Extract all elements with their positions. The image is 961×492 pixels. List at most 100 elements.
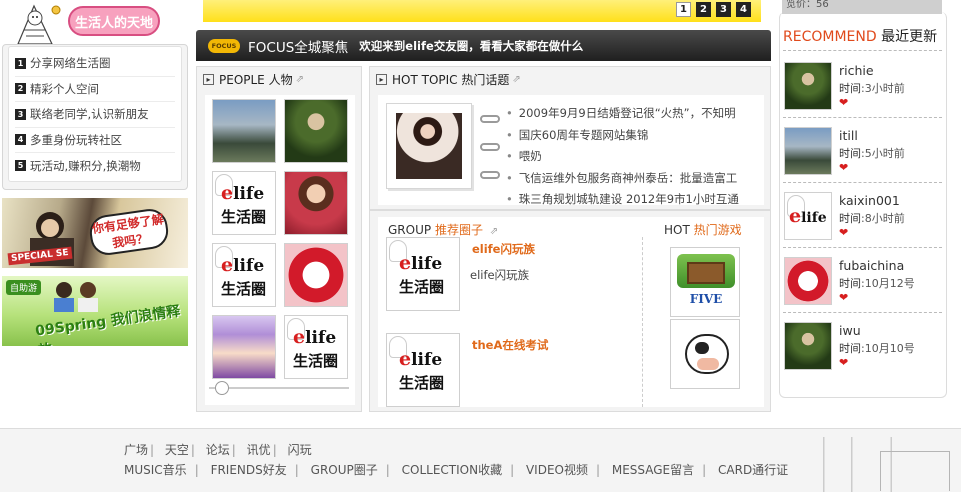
elife-logo: elife — [221, 254, 265, 276]
person-thumb[interactable] — [284, 243, 348, 307]
group-description: elife闪玩族 — [470, 268, 530, 282]
elife-logo: elife — [399, 252, 443, 274]
person-thumb[interactable] — [212, 99, 276, 163]
group-panel: GROUP 推荐圈子 ⇗ elife 生活圈 elife闪玩族 elife闪玩族… — [369, 210, 771, 412]
footer-link[interactable]: 讯优 — [247, 443, 271, 457]
topic-link[interactable]: 国庆60周年专题网站集锦 — [506, 125, 764, 147]
feature-number: 5 — [15, 160, 26, 172]
site-logo[interactable]: 生活人的天地 — [2, 0, 188, 45]
heart-icon: ❤ — [839, 291, 849, 304]
user-name-link[interactable]: iwu — [839, 323, 861, 338]
topic-link[interactable]: 珠三角规划城轨建设 2012年9市1小时互通 — [506, 189, 764, 211]
avatar[interactable]: elife — [784, 192, 832, 240]
divider — [783, 50, 942, 51]
divider — [783, 247, 942, 248]
topic-link[interactable]: 飞信运维外包服务商神州泰岳：批量造富工 — [506, 168, 764, 190]
focus-welcome-text: 欢迎来到elife交友圈，看看大家都在做什么 — [359, 38, 584, 53]
promo-people-icon — [54, 282, 98, 312]
footer-link[interactable]: COLLECTION收藏 — [402, 463, 502, 477]
group-name-link[interactable]: elife闪玩族 — [472, 241, 535, 257]
avatar[interactable] — [784, 62, 832, 110]
group-content: GROUP 推荐圈子 ⇗ elife 生活圈 elife闪玩族 elife闪玩族… — [378, 217, 764, 407]
user-name-link[interactable]: itill — [839, 128, 858, 143]
footer-link[interactable]: CARD通行证 — [718, 463, 788, 477]
person-thumb[interactable] — [212, 315, 276, 379]
binder-ring-icon — [480, 143, 500, 151]
topic-photo-image — [396, 113, 462, 179]
topic-link[interactable]: 2009年9月9日结婚登记很“火热”，不知明 — [506, 103, 764, 125]
people-grid: elife 生活圈 elife 生活圈 elife 生活圈 — [205, 95, 355, 405]
footer-link[interactable]: 闪玩 — [288, 443, 312, 457]
group-header[interactable]: GROUP 推荐圈子 ⇗ — [388, 221, 498, 238]
people-scroll-handle[interactable] — [215, 381, 229, 395]
user-name-link[interactable]: fubaichina — [839, 258, 904, 273]
user-name-link[interactable]: richie — [839, 63, 874, 78]
game-thumb-five-minutes[interactable]: FIVE — [670, 247, 740, 317]
hot-game-title-cn: 热门游戏 — [693, 223, 742, 237]
topic-link[interactable]: 喂奶 — [506, 146, 764, 168]
group-logo-elife[interactable]: elife 生活圈 — [386, 237, 460, 311]
pager-button-3[interactable]: 3 — [716, 2, 731, 17]
person-thumb-elife[interactable]: elife 生活圈 — [284, 315, 348, 379]
user-name-link[interactable]: kaixin001 — [839, 193, 900, 208]
promo-banner-spring[interactable]: 自助游 09Spring 我们浪情释放 — [2, 276, 188, 346]
feature-item-activity[interactable]: 5 玩活动,赚积分,换潮物 — [15, 153, 175, 179]
hot-game-header[interactable]: HOT 热门游戏 — [664, 221, 742, 238]
footer-link[interactable]: VIDEO视频 — [526, 463, 588, 477]
cow-spot — [695, 342, 709, 354]
user-card[interactable]: fubaichina 时间:10月12号 ❤ — [783, 257, 943, 317]
top-banner[interactable]: 1 2 3 4 — [203, 0, 761, 22]
footer-link[interactable]: GROUP圈子 — [311, 463, 378, 477]
avatar[interactable] — [784, 127, 832, 175]
heart-icon: ❤ — [839, 356, 849, 369]
footer-link[interactable]: MESSAGE留言 — [612, 463, 694, 477]
person-thumb[interactable] — [284, 99, 348, 163]
hot-topic-header[interactable]: ▸ HOT TOPIC 热门话题 ⇗ — [370, 67, 770, 91]
game-five-label: FIVE — [689, 292, 723, 306]
people-scroll-track[interactable] — [209, 387, 349, 389]
promo-banner-football[interactable]: 你有足够了解我吗？ SPECIAL SE — [2, 198, 188, 268]
people-panel: ▸ PEOPLE 人物 ⇗ elife 生活圈 elife 生活圈 elife … — [196, 66, 362, 412]
group-name-link[interactable]: theA在线考试 — [472, 337, 548, 353]
binder-ring-icon — [480, 115, 500, 123]
feature-item-identity[interactable]: 4 多重身份玩转社区 — [15, 128, 175, 153]
recommend-title-en: RECOMMEND — [783, 29, 877, 45]
column-divider — [642, 237, 643, 407]
user-time: 时间:5小时前 — [839, 147, 905, 160]
pager-button-4[interactable]: 4 — [736, 2, 751, 17]
feature-item-friends[interactable]: 3 联络老同学,认识新朋友 — [15, 102, 175, 128]
feature-list: 1 分享网络生活圈 2 精彩个人空间 3 联络老同学,认识新朋友 4 多重身份玩… — [8, 46, 182, 182]
user-card[interactable]: itill 时间:5小时前 ❤ — [783, 127, 943, 187]
person-thumb-elife[interactable]: elife 生活圈 — [212, 171, 276, 235]
topic-photo[interactable] — [386, 103, 472, 189]
person-thumb-elife[interactable]: elife 生活圈 — [212, 243, 276, 307]
group-logo-thea[interactable]: elife 生活圈 — [386, 333, 460, 407]
avatar[interactable] — [784, 322, 832, 370]
elife-logo-sub: 生活圈 — [293, 352, 339, 370]
footer-link[interactable]: 广场 — [124, 443, 148, 457]
heart-icon: ❤ — [839, 161, 849, 174]
feature-item-space[interactable]: 2 精彩个人空间 — [15, 77, 175, 102]
pager-button-2[interactable]: 2 — [696, 2, 711, 17]
hot-topic-content: 2009年9月9日结婚登记很“火热”，不知明 国庆60周年专题网站集锦 喂奶 飞… — [378, 95, 764, 206]
user-card[interactable]: richie 时间:3小时前 ❤ — [783, 62, 943, 122]
footer-link[interactable]: MUSIC音乐 — [124, 463, 187, 477]
avatar[interactable] — [784, 257, 832, 305]
people-header[interactable]: ▸ PEOPLE 人物 ⇗ — [197, 67, 361, 91]
feature-number: 2 — [15, 83, 26, 95]
feature-label: 联络老同学,认识新朋友 — [30, 107, 149, 122]
people-title: PEOPLE 人物 — [219, 72, 293, 87]
footer-link[interactable]: FRIENDS好友 — [211, 463, 287, 477]
external-link-icon: ⇗ — [512, 73, 521, 85]
person-thumb[interactable] — [284, 171, 348, 235]
footer-link[interactable]: 天空 — [165, 443, 189, 457]
pager-button-1[interactable]: 1 — [676, 2, 691, 17]
footer-link[interactable]: 论坛 — [206, 443, 230, 457]
feature-item-share[interactable]: 1 分享网络生活圈 — [15, 51, 175, 77]
heart-icon: ❤ — [839, 226, 849, 239]
heart-icon: ❤ — [839, 96, 849, 109]
cow-icon — [685, 334, 729, 374]
user-card[interactable]: elife kaixin001 时间:8小时前 ❤ — [783, 192, 943, 252]
game-thumb-cow[interactable] — [670, 319, 740, 389]
user-card[interactable]: iwu 时间:10月10号 ❤ — [783, 322, 943, 382]
